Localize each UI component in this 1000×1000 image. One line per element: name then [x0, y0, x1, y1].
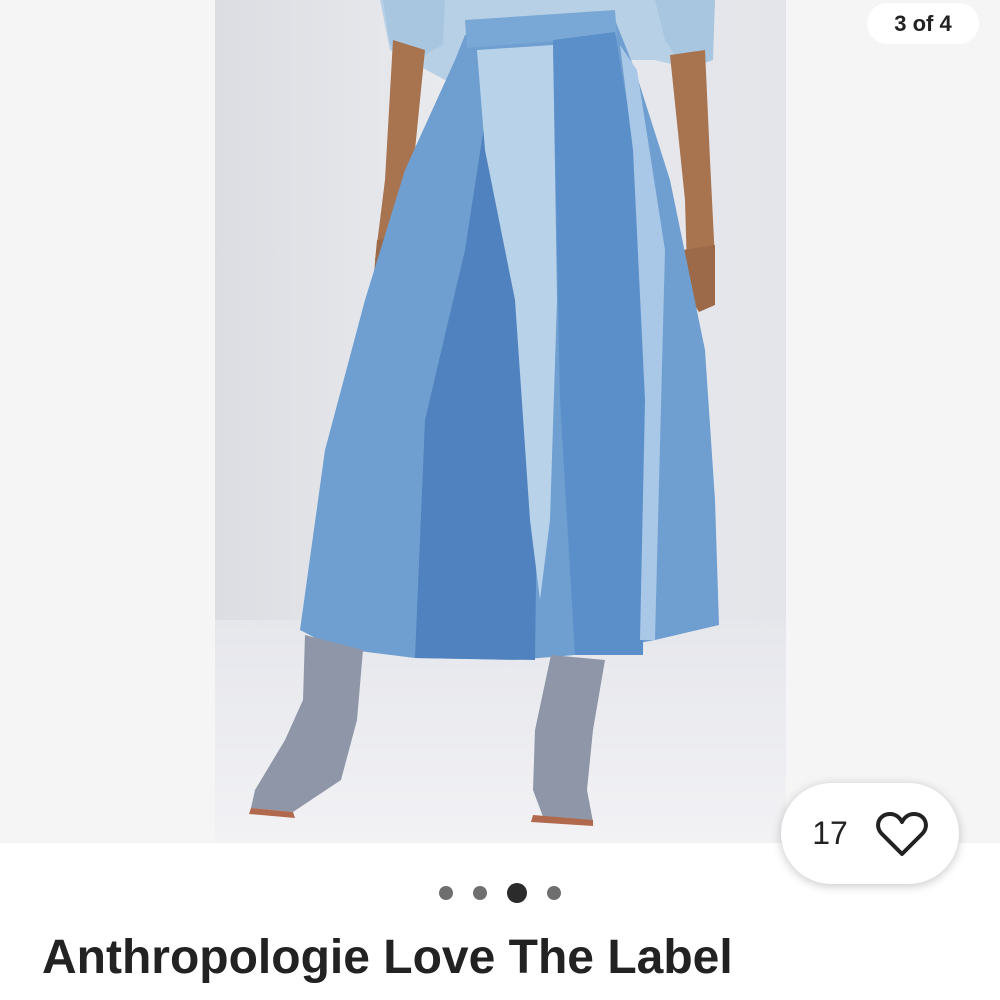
product-photo[interactable]	[215, 0, 786, 843]
carousel-pagination	[0, 880, 1000, 906]
product-photo-illustration	[215, 0, 786, 843]
favorite-button[interactable]: 17	[781, 783, 959, 884]
carousel-dot-3-active[interactable]	[507, 883, 527, 903]
carousel-dot-2[interactable]	[473, 886, 487, 900]
carousel-dot-1[interactable]	[439, 886, 453, 900]
listing-title: Anthropologie Love The Label	[42, 931, 733, 984]
heart-outline-icon	[875, 811, 928, 857]
carousel-dot-4[interactable]	[547, 886, 561, 900]
favorite-count: 17	[812, 815, 848, 851]
image-counter-badge: 3 of 4	[867, 3, 979, 44]
image-gallery[interactable]: 3 of 4	[0, 0, 1000, 843]
